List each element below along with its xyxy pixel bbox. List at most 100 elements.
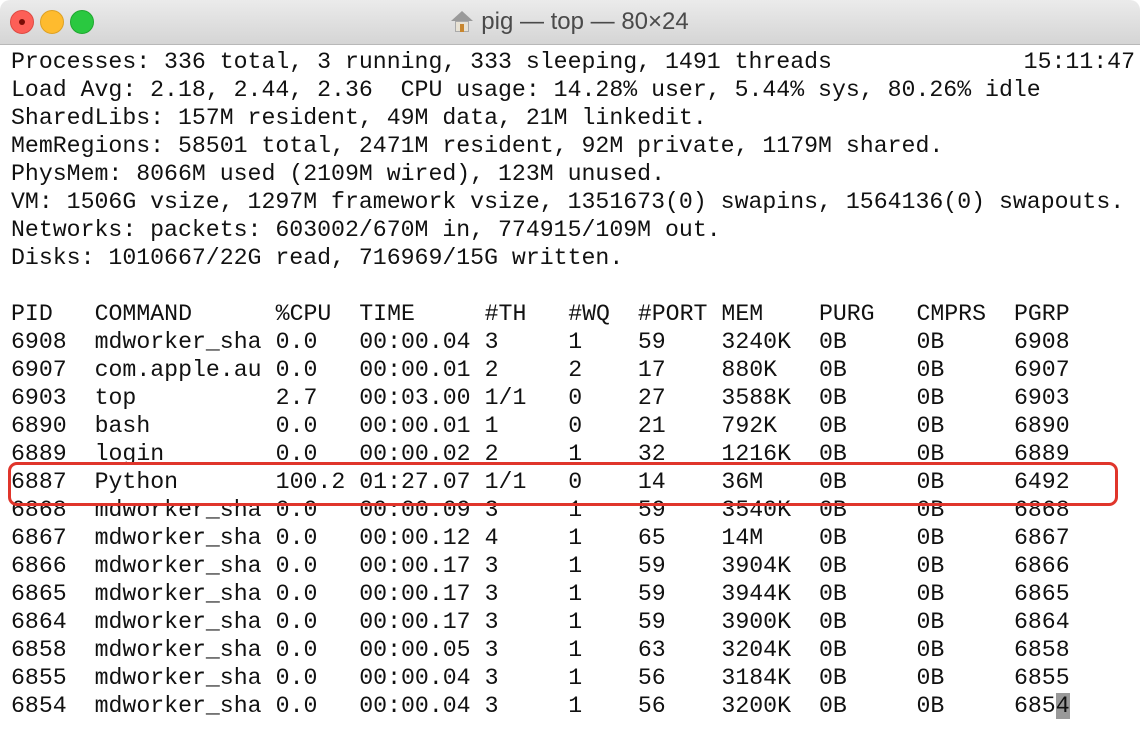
- cell: 0B: [916, 441, 945, 467]
- cell: 00:03.00: [359, 385, 471, 411]
- cell: 59: [637, 553, 666, 579]
- cell: 6908: [1013, 329, 1070, 355]
- cell: 6903: [1013, 385, 1070, 411]
- cell: 0B: [818, 357, 847, 383]
- cell: 0B: [916, 609, 945, 635]
- cell: 0B: [916, 693, 945, 719]
- cell: login: [94, 441, 165, 467]
- cell: 2: [484, 441, 499, 467]
- cell: mdworker_sha: [94, 693, 262, 719]
- summary-text: MemRegions: 58501 total, 2471M resident,…: [11, 133, 944, 159]
- summary-text: VM: 1506G vsize, 1297M framework vsize, …: [11, 189, 1125, 215]
- cell: 3: [484, 637, 499, 663]
- cell: 6858: [1013, 637, 1070, 663]
- cell: 1: [568, 693, 583, 719]
- cell: 0.0: [275, 497, 318, 523]
- table-row: 6890 bash 0.0 00:00.01 1 0 21 792K 0B 0B 6890: [11, 412, 1121, 440]
- cell: mdworker_sha: [94, 609, 262, 635]
- cell: 00:00.01: [359, 413, 471, 439]
- summary-line: VM: 1506G vsize, 1297M framework vsize, …: [11, 188, 1125, 216]
- summary-line: Processes: 336 total, 3 running, 333 sle…: [11, 48, 1135, 76]
- cell: 63: [637, 637, 666, 663]
- home-icon: [451, 11, 474, 33]
- cell: 00:00.05: [359, 637, 471, 663]
- table-row: 6865 mdworker_sha 0.0 00:00.17 3 1 59 3944K 0B 0B…: [11, 580, 1121, 608]
- summary-line: Networks: packets: 603002/670M in, 77491…: [11, 216, 1121, 244]
- cell: 0B: [818, 553, 847, 579]
- cell: 0B: [916, 665, 945, 691]
- cell: 0.0: [275, 665, 318, 691]
- cell: 65: [637, 525, 666, 551]
- cell: 00:00.17: [359, 609, 471, 635]
- cell: 6855: [11, 665, 67, 691]
- cell: 0B: [916, 413, 945, 439]
- cell: 0.0: [275, 581, 318, 607]
- cell: 0B: [818, 441, 847, 467]
- table-row: 6866 mdworker_sha 0.0 00:00.17 3 1 59 3904K 0B 0B…: [11, 552, 1121, 580]
- cell: 0B: [818, 609, 847, 635]
- cell: 6868: [1013, 497, 1070, 523]
- cell: 6855: [1013, 665, 1070, 691]
- cell: 1: [568, 441, 583, 467]
- cell: 6889: [1013, 441, 1070, 467]
- cell: 00:00.04: [359, 665, 471, 691]
- cell: 0B: [818, 469, 847, 495]
- cell: 59: [637, 581, 666, 607]
- column-header: TIME: [359, 301, 415, 327]
- cell: 880K: [721, 357, 778, 383]
- summary-text: Networks: packets: 603002/670M in, 77491…: [11, 217, 721, 243]
- cell: 0B: [818, 385, 847, 411]
- cell: 6908: [11, 329, 67, 355]
- cell: 0B: [818, 497, 847, 523]
- cell: 36M: [721, 469, 764, 495]
- cell: 6890: [1013, 413, 1070, 439]
- cell: 1: [484, 413, 499, 439]
- cell: 0B: [916, 637, 945, 663]
- cell: 0B: [916, 581, 945, 607]
- cell: mdworker_sha: [94, 581, 262, 607]
- cell: 56: [637, 693, 666, 719]
- cell: 3588K: [721, 385, 791, 411]
- cell: mdworker_sha: [94, 553, 262, 579]
- column-header: %CPU: [275, 301, 332, 327]
- cell: 6887: [11, 469, 67, 495]
- title-bar: pig — top — 80×24: [0, 0, 1140, 45]
- cell: 3184K: [721, 665, 791, 691]
- cell: 59: [637, 329, 666, 355]
- cell: 0.0: [275, 329, 318, 355]
- cell: 3: [484, 329, 499, 355]
- cell: 21: [637, 413, 666, 439]
- cursor: 4: [1055, 693, 1070, 719]
- terminal-output[interactable]: Processes: 336 total, 3 running, 333 sle…: [11, 48, 1135, 720]
- cell: 00:00.09: [359, 497, 471, 523]
- cell: 100.2: [275, 469, 346, 495]
- cell: 0B: [818, 637, 847, 663]
- summary-text: PhysMem: 8066M used (2109M wired), 123M …: [11, 161, 665, 187]
- cell: 3540K: [721, 497, 791, 523]
- cell: 0.0: [275, 553, 318, 579]
- cell: mdworker_sha: [94, 329, 262, 355]
- cell: 3: [484, 609, 499, 635]
- summary-text: Load Avg: 2.18, 2.44, 2.36 CPU usage: 14…: [11, 77, 1041, 103]
- cell: 0: [568, 413, 583, 439]
- cell: 2: [484, 357, 499, 383]
- cell: 3: [484, 581, 499, 607]
- cell: Python: [94, 469, 179, 495]
- table-row: 6864 mdworker_sha 0.0 00:00.17 3 1 59 3900K 0B 0B…: [11, 608, 1121, 636]
- column-header: #TH: [484, 301, 527, 327]
- cell: 4: [484, 525, 499, 551]
- cell: com.apple.au: [94, 357, 262, 383]
- cell: 1: [568, 329, 583, 355]
- cell: 6889: [11, 441, 67, 467]
- cell: 0B: [818, 581, 847, 607]
- cell: 14: [637, 469, 666, 495]
- cell: 2.7: [275, 385, 318, 411]
- cell: 6866: [11, 553, 67, 579]
- cell: 59: [637, 497, 666, 523]
- cell: 3204K: [721, 637, 791, 663]
- cell: mdworker_sha: [94, 637, 262, 663]
- cell: 1: [568, 637, 583, 663]
- cell: 59: [637, 609, 666, 635]
- cell: 6868: [11, 497, 67, 523]
